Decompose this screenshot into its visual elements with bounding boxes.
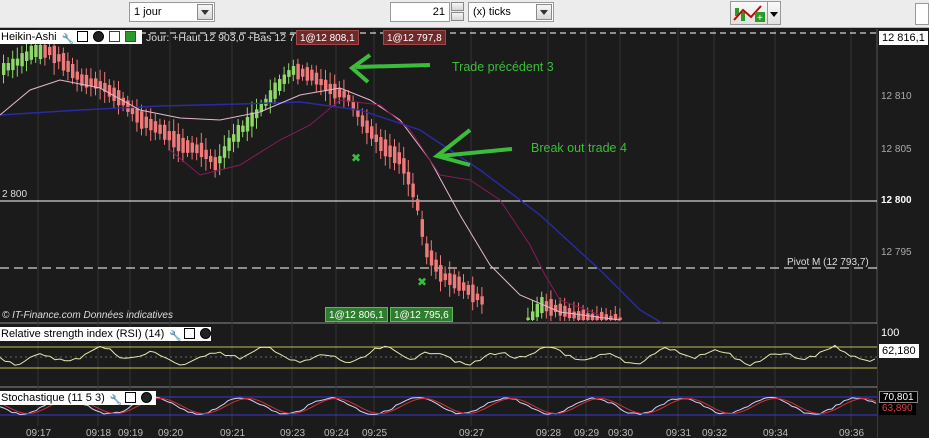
time-tick: 09:24 (324, 428, 350, 438)
close-icon[interactable] (140, 392, 152, 403)
time-tick: 09:19 (118, 428, 144, 438)
add-icon[interactable] (108, 31, 120, 42)
close-icon[interactable] (200, 328, 212, 339)
data-source-watermark: © IT-Finance.com Données indicatives (2, 310, 173, 321)
entry-marker-icon: ✖ (417, 275, 427, 289)
close-icon[interactable] (92, 31, 104, 42)
entry-marker-icon: ✖ (351, 151, 361, 165)
time-tick: 09:20 (158, 428, 184, 438)
time-tick: 09:36 (839, 428, 865, 438)
time-tick: 09:34 (763, 428, 789, 438)
time-tick: 09:21 (220, 428, 246, 438)
price-tick: 12 795 (881, 247, 912, 258)
order-tag[interactable]: 1@12 797,8 (383, 30, 446, 45)
time-tick: 09:27 (459, 428, 485, 438)
maximize-icon[interactable] (184, 328, 196, 339)
pivot-label: Pivot M (12 793,7) (787, 257, 869, 268)
stochastic-pane-header: Stochastique (11 5 3) 🔧 (0, 391, 156, 406)
wrench-icon[interactable]: 🔧 (62, 33, 74, 45)
stochastic-title: Stochastique (11 5 3) (1, 392, 105, 404)
trading-platform-window: 1 jour 21 (x) ticks + ✖ ✖ Heikin-Ashi 🔧 … (0, 0, 929, 438)
arrow-up-icon[interactable] (124, 31, 136, 42)
rsi-title: Relative strength index (RSI) (14) (1, 328, 165, 340)
time-tick: 09:17 (26, 428, 52, 438)
time-tick: 09:31 (666, 428, 692, 438)
rsi-value-tag: 62,180 (879, 344, 919, 358)
order-tag[interactable]: 1@12 795,6 (390, 307, 453, 322)
level-label: 2 800 (2, 189, 28, 200)
stochastic-value-2: 63,890 (879, 403, 916, 415)
time-tick: 09:29 (574, 428, 600, 438)
time-tick: 09:18 (86, 428, 112, 438)
time-tick: 09:30 (608, 428, 634, 438)
rsi-pane-header: Relative strength index (RSI) (14) 🔧 (0, 327, 212, 342)
maximize-icon[interactable] (76, 31, 88, 42)
time-tick: 09:32 (702, 428, 728, 438)
price-tick: 12 805 (881, 144, 912, 155)
wrench-icon[interactable]: 🔧 (169, 330, 181, 342)
stochastic-value-1: 70,801 (879, 391, 918, 403)
price-tick: 12 810 (881, 91, 912, 102)
chart-type-title: Heikin-Ashi (1, 31, 57, 43)
daily-range-info: Jour: +Haut 12 903,0 +Bas 12 7 (146, 32, 295, 44)
annotation-previous-trade: Trade précédent 3 (452, 60, 554, 74)
order-tag[interactable]: 1@12 808,1 (296, 30, 359, 45)
time-tick: 09:23 (280, 428, 306, 438)
main-pane-header: Heikin-Ashi 🔧 (0, 30, 142, 45)
time-tick: 09:25 (362, 428, 388, 438)
maximize-icon[interactable] (124, 392, 136, 403)
current-price-tag: 12 816,1 (879, 31, 928, 45)
price-tick: 12 800 (881, 195, 912, 206)
wrench-icon[interactable]: 🔧 (110, 394, 122, 406)
rsi-axis-top: 100 (881, 327, 900, 339)
time-tick: 09:28 (536, 428, 562, 438)
order-tag[interactable]: 1@12 806,1 (325, 307, 388, 322)
annotation-breakout-trade: Break out trade 4 (531, 141, 627, 155)
